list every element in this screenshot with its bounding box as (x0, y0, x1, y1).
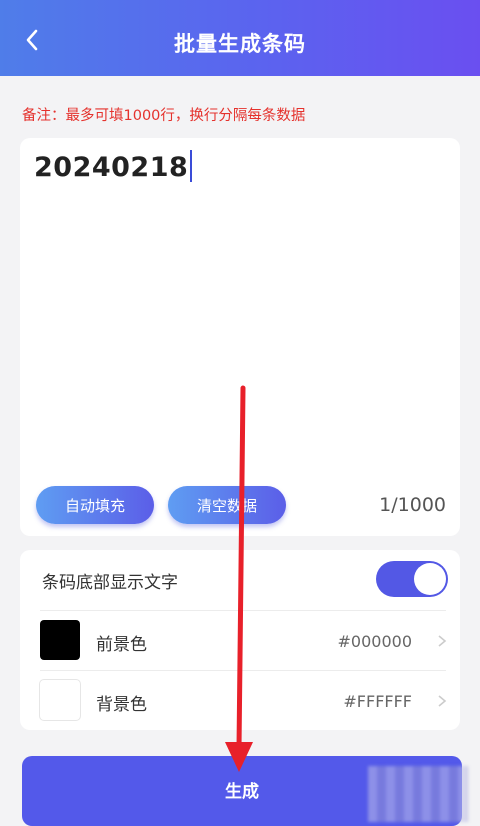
show-text-label: 条码底部显示文字 (42, 573, 178, 593)
foreground-hex[interactable]: #000000 (338, 632, 412, 651)
chevron-right-icon[interactable] (436, 635, 448, 647)
background-label: 背景色 (96, 695, 147, 715)
text-cursor (190, 150, 193, 182)
background-color-swatch[interactable] (40, 680, 80, 720)
foreground-color-swatch[interactable] (40, 620, 80, 660)
auto-fill-button[interactable]: 自动填充 (36, 486, 154, 524)
divider (40, 610, 446, 611)
background-hex[interactable]: #FFFFFF (343, 692, 412, 711)
header-bar: 批量生成条码 (0, 0, 480, 76)
barcode-input-area[interactable]: 20240218 自动填充 清空数据 1/1000 (20, 138, 460, 536)
clear-data-button[interactable]: 清空数据 (168, 486, 286, 524)
line-counter: 1/1000 (379, 494, 446, 516)
show-text-toggle[interactable] (376, 561, 448, 597)
barcode-input-text[interactable]: 20240218 (34, 150, 193, 183)
note-text: 备注：最多可填1000行，换行分隔每条数据 (22, 108, 306, 124)
page-title: 批量生成条码 (174, 32, 306, 56)
settings-card: 条码底部显示文字 前景色 #000000 背景色 #FFFFFF (20, 550, 460, 730)
chevron-right-icon[interactable] (436, 695, 448, 707)
blurred-watermark (368, 766, 468, 822)
toggle-knob (414, 563, 446, 595)
foreground-label: 前景色 (96, 635, 147, 655)
barcode-input-value: 20240218 (34, 152, 189, 183)
divider (40, 670, 446, 671)
